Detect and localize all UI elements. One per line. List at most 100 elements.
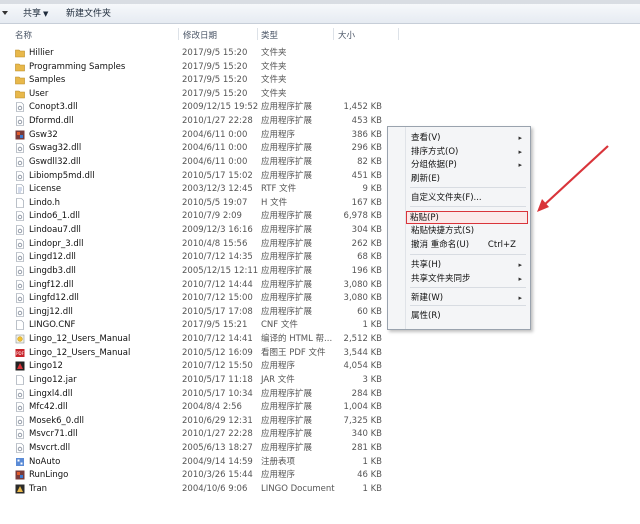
file-row[interactable]: Programming Samples 2017/9/5 15:20 文件夹 [0, 60, 400, 74]
context-menu-item[interactable]: 分组依据(P) ▸ [390, 159, 528, 172]
file-type: RTF 文件 [261, 184, 297, 195]
file-row[interactable]: LINGO.CNF 2017/9/5 15:21 CNF 文件 1 KB [0, 318, 400, 332]
column-divider[interactable] [398, 28, 399, 40]
file-type: 应用程序扩展 [261, 402, 313, 413]
context-menu-item[interactable]: 粘贴快捷方式(S) [390, 225, 528, 238]
file-name: NoAuto [29, 456, 61, 467]
dll-icon [15, 116, 25, 126]
file-row[interactable]: Lingxl4.dll 2010/5/17 10:34 应用程序扩展 284 KB [0, 387, 400, 401]
file-row[interactable]: Msvcr71.dll 2010/1/27 22:28 应用程序扩展 340 KB [0, 427, 400, 441]
context-menu-item[interactable]: 新建(W) ▸ [390, 292, 528, 305]
context-menu-item[interactable]: 属性(R) [390, 310, 528, 323]
file-date: 2010/5/17 17:08 [182, 306, 253, 317]
column-divider[interactable] [333, 28, 334, 40]
file-row[interactable]: Lingdb3.dll 2005/12/15 12:11 应用程序扩展 196 KB [0, 264, 400, 278]
context-menu-item[interactable]: 撤消 重命名(U) Ctrl+Z [390, 239, 528, 252]
file-row[interactable]: Lingo12.jar 2010/5/17 11:18 JAR 文件 3 KB [0, 373, 400, 387]
context-menu-item[interactable]: 刷新(E) [390, 173, 528, 186]
column-header-type[interactable]: 类型 [261, 29, 278, 41]
column-header-name[interactable]: 名称 [15, 29, 32, 41]
file-row[interactable]: Gswag32.dll 2004/6/11 0:00 应用程序扩展 296 KB [0, 141, 400, 155]
file-name: Lindopr_3.dll [29, 238, 84, 249]
file-name: Lingd12.dll [29, 252, 76, 263]
file-date: 2010/6/29 12:31 [182, 415, 253, 426]
file-row[interactable]: Lindo6_1.dll 2010/7/9 2:09 应用程序扩展 6,978 KB [0, 209, 400, 223]
dll-icon [15, 225, 25, 235]
file-row[interactable]: Lindopr_3.dll 2010/4/8 15:56 应用程序扩展 262 KB [0, 237, 400, 251]
file-size: 3,544 KB [343, 347, 382, 358]
new-folder-button[interactable]: 新建文件夹 [66, 8, 111, 21]
file-row[interactable]: Msvcrt.dll 2005/6/13 18:27 应用程序扩展 281 KB [0, 441, 400, 455]
column-divider[interactable] [178, 28, 179, 40]
lingo-doc-icon [15, 484, 25, 494]
file-name: RunLingo [29, 470, 69, 481]
context-menu-item[interactable]: 自定义文件夹(F)... [390, 192, 528, 205]
folder-icon [15, 48, 25, 58]
file-name: Gswag32.dll [29, 143, 82, 154]
file-type: 应用程序扩展 [261, 293, 313, 304]
file-row[interactable]: Lingo_12_Users_Manual 2010/7/12 14:41 编译的 … [0, 332, 400, 346]
column-header-date[interactable]: 修改日期 [183, 29, 217, 41]
menu-separator [410, 187, 526, 188]
file-row[interactable]: User 2017/9/5 15:20 文件夹 [0, 87, 400, 101]
file-row[interactable]: Dformd.dll 2010/1/27 22:28 应用程序扩展 453 KB [0, 114, 400, 128]
doc-icon [15, 198, 25, 208]
file-row[interactable]: NoAuto 2004/9/14 14:59 注册表项 1 KB [0, 455, 400, 469]
file-size: 3,080 KB [343, 293, 382, 304]
file-date: 2004/10/6 9:06 [182, 483, 248, 494]
file-row[interactable]: Mosek6_0.dll 2010/6/29 12:31 应用程序扩展 7,325 K… [0, 414, 400, 428]
file-date: 2010/7/12 14:41 [182, 334, 253, 345]
share-button[interactable]: 共享 ▼ [23, 8, 48, 21]
context-menu-item[interactable]: 粘贴(P) [406, 211, 528, 224]
file-type: 应用程序扩展 [261, 156, 313, 167]
file-date: 2004/6/11 0:00 [182, 143, 248, 154]
file-row[interactable]: Gsw32 2004/6/11 0:00 应用程序 386 KB [0, 128, 400, 142]
file-row[interactable]: Libiomp5md.dll 2010/5/17 15:02 应用程序扩展 451 K… [0, 169, 400, 183]
file-row[interactable]: Tran 2004/10/6 9:06 LINGO Document 1 KB [0, 482, 400, 496]
file-name: Lingo_12_Users_Manual [29, 347, 131, 358]
context-menu-item[interactable]: 共享文件夹同步 ▸ [390, 273, 528, 286]
file-row[interactable]: Lingf12.dll 2010/7/12 14:44 应用程序扩展 3,080 KB [0, 278, 400, 292]
file-row[interactable]: Lindoau7.dll 2009/12/3 16:16 应用程序扩展 304 KB [0, 223, 400, 237]
file-row[interactable]: Hillier 2017/9/5 15:20 文件夹 [0, 46, 400, 60]
dll-icon [15, 415, 25, 426]
file-date: 2010/3/26 15:44 [182, 470, 253, 481]
shortcut-label: Ctrl+Z [487, 239, 516, 250]
file-name: Mfc42.dll [29, 402, 68, 413]
column-divider[interactable] [257, 28, 258, 40]
file-name: Mosek6_0.dll [29, 415, 85, 426]
file-type: 应用程序扩展 [261, 388, 313, 399]
context-menu-item[interactable]: 排序方式(O) ▸ [390, 146, 528, 159]
file-size: 451 KB [351, 170, 382, 181]
file-size: 167 KB [351, 197, 382, 208]
file-row[interactable]: Lindo.h 2010/5/5 19:07 H 文件 167 KB [0, 196, 400, 210]
file-name: Tran [29, 483, 48, 494]
file-row[interactable]: PDF Lingo_12_Users_Manual 2010/5/12 16:09 看… [0, 346, 400, 360]
file-date: 2004/9/14 14:59 [182, 456, 253, 467]
file-row[interactable]: Samples 2017/9/5 15:20 文件夹 [0, 73, 400, 87]
file-row[interactable]: Conopt3.dll 2009/12/15 19:52 应用程序扩展 1,452 K… [0, 100, 400, 114]
context-menu-item[interactable]: 共享(H) ▸ [390, 259, 528, 272]
menu-separator [410, 254, 526, 255]
file-size: 453 KB [351, 116, 382, 127]
lingo-app-icon [15, 361, 25, 371]
context-menu-item[interactable]: 查看(V) ▸ [390, 132, 528, 145]
file-row[interactable]: Lingd12.dll 2010/7/12 14:35 应用程序扩展 68 KB [0, 250, 400, 264]
file-size: 3,080 KB [343, 279, 382, 290]
file-row[interactable]: RunLingo 2010/3/26 15:44 应用程序 46 KB [0, 468, 400, 482]
menu-separator [410, 206, 526, 207]
dll-icon [15, 170, 25, 181]
file-row[interactable]: Gswdll32.dll 2004/6/11 0:00 应用程序扩展 82 KB [0, 155, 400, 169]
file-row[interactable]: Lingo12 2010/7/12 15:50 应用程序 4,054 KB [0, 359, 400, 373]
file-row[interactable]: License 2003/12/3 12:45 RTF 文件 9 KB [0, 182, 400, 196]
file-row[interactable]: Mfc42.dll 2004/8/4 2:56 应用程序扩展 1,004 KB [0, 400, 400, 414]
context-menu-item-label: 查看(V) [411, 133, 441, 143]
file-size: 1 KB [362, 320, 382, 331]
file-row[interactable]: Lingj12.dll 2010/5/17 17:08 应用程序扩展 60 KB [0, 305, 400, 319]
context-menu-item-label: 共享(H) [411, 260, 442, 270]
file-row[interactable]: Lingfd12.dll 2010/7/12 15:00 应用程序扩展 3,080 K… [0, 291, 400, 305]
column-header-size[interactable]: 大小 [338, 29, 355, 41]
chevron-down-icon[interactable] [2, 10, 8, 16]
file-name: Lingfd12.dll [29, 293, 79, 304]
chm-icon [15, 334, 25, 344]
